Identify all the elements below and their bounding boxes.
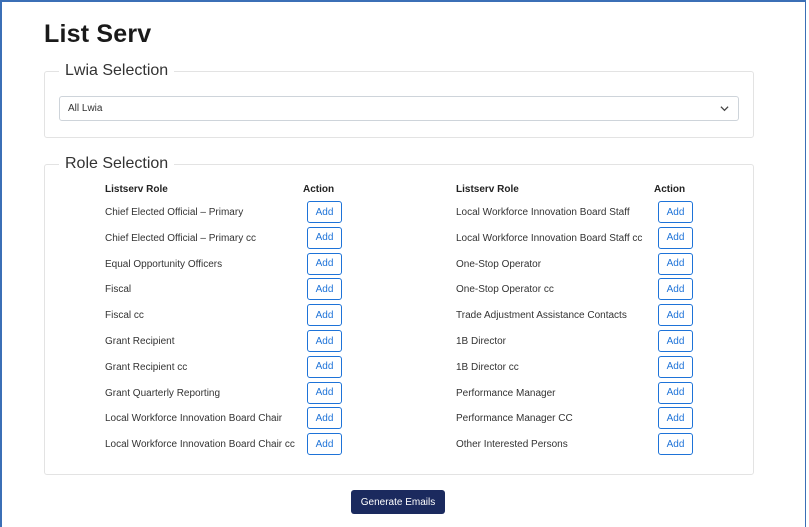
left-role-label: Fiscal bbox=[105, 284, 132, 296]
role-selection-legend: Role Selection bbox=[65, 155, 169, 172]
add-button[interactable]: Add bbox=[658, 201, 693, 223]
add-button[interactable]: Add bbox=[658, 355, 693, 378]
lwia-selection-legend: Lwia Selection bbox=[65, 62, 169, 79]
right-role-label: One-Stop Operator cc bbox=[456, 284, 554, 296]
add-button[interactable]: Add bbox=[658, 433, 693, 456]
right-role-label: Trade Adjustment Assistance Contacts bbox=[456, 310, 627, 322]
left-role-label: Fiscal cc bbox=[105, 310, 144, 322]
lwia-select-value: All Lwia bbox=[68, 103, 103, 114]
right-role-label: Performance Manager CC bbox=[456, 413, 573, 425]
page-title: List Serv bbox=[44, 20, 152, 48]
add-button[interactable]: Add bbox=[658, 381, 693, 404]
add-button[interactable]: Add bbox=[658, 407, 693, 430]
right-role-label: Local Workforce Innovation Board Staff bbox=[456, 207, 630, 218]
left-column-header-role: Listserv Role bbox=[105, 184, 168, 195]
add-button[interactable]: Add bbox=[307, 330, 342, 352]
left-role-label: Chief Elected Official – Primary cc bbox=[105, 232, 256, 244]
lwia-selection-panel: Lwia Selection All Lwia bbox=[44, 62, 754, 138]
add-button[interactable]: Add bbox=[658, 330, 693, 352]
add-button[interactable]: Add bbox=[307, 304, 342, 327]
left-role-label: Local Workforce Innovation Board Chair bbox=[105, 413, 283, 425]
right-role-label: 1B Director bbox=[456, 336, 507, 347]
generate-emails-button[interactable]: Generate Emails bbox=[351, 490, 445, 514]
role-selection-panel: Role Selection bbox=[44, 155, 754, 475]
right-role-label: One-Stop Operator bbox=[456, 258, 542, 270]
add-button[interactable]: Add bbox=[307, 381, 342, 404]
right-column-header-role: Listserv Role bbox=[456, 184, 519, 195]
right-role-label: Other Interested Persons bbox=[456, 439, 568, 451]
add-button[interactable]: Add bbox=[658, 304, 693, 327]
left-role-label: Grant Quarterly Reporting bbox=[105, 387, 221, 399]
left-role-label: Grant Recipient bbox=[105, 336, 175, 347]
lwia-select[interactable]: All Lwia bbox=[59, 96, 739, 121]
left-column-header-action: Action bbox=[303, 184, 335, 195]
add-button[interactable]: Add bbox=[658, 278, 693, 301]
chevron-down-icon bbox=[720, 106, 729, 112]
left-role-label: Chief Elected Official – Primary bbox=[105, 207, 244, 218]
add-button[interactable]: Add bbox=[307, 407, 342, 430]
left-role-label: Equal Opportunity Officers bbox=[105, 258, 223, 270]
right-role-label: Local Workforce Innovation Board Staff c… bbox=[456, 232, 643, 244]
add-button[interactable]: Add bbox=[307, 226, 342, 249]
add-button[interactable]: Add bbox=[658, 252, 693, 275]
add-button[interactable]: Add bbox=[307, 201, 342, 223]
add-button[interactable]: Add bbox=[307, 252, 342, 275]
left-role-label: Grant Recipient cc bbox=[105, 361, 188, 373]
right-role-label: Performance Manager bbox=[456, 387, 556, 399]
add-button[interactable]: Add bbox=[307, 278, 342, 301]
left-role-label: Local Workforce Innovation Board Chair c… bbox=[105, 439, 295, 451]
add-button[interactable]: Add bbox=[658, 226, 693, 249]
add-button[interactable]: Add bbox=[307, 355, 342, 378]
add-button[interactable]: Add bbox=[307, 433, 342, 456]
right-column-header-action: Action bbox=[654, 184, 686, 195]
right-role-label: 1B Director cc bbox=[456, 361, 519, 373]
